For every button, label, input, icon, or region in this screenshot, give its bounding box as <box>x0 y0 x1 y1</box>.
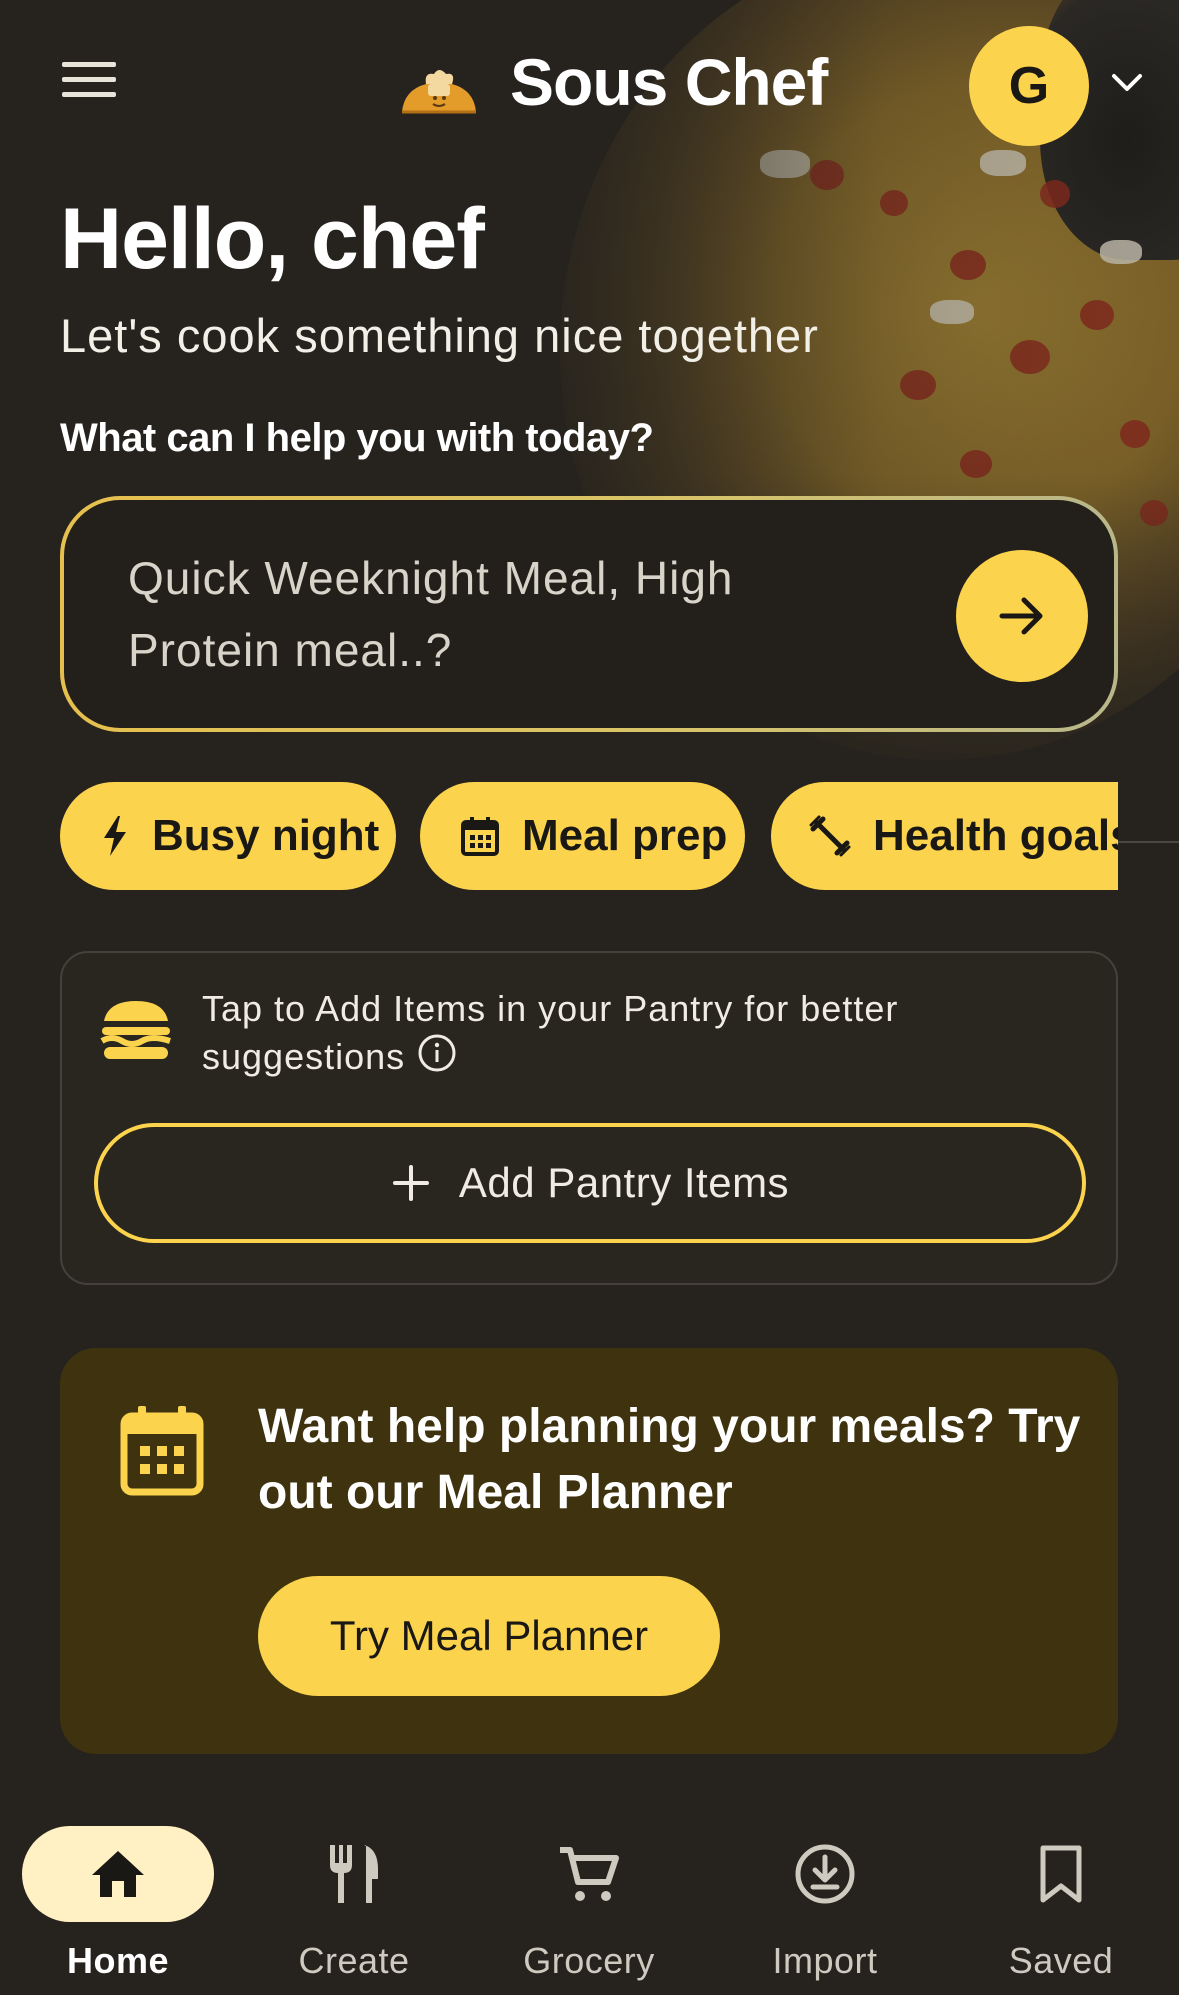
home-icon <box>92 1851 144 1897</box>
download-icon <box>795 1844 855 1904</box>
menu-icon[interactable] <box>62 62 116 106</box>
nav-label: Grocery <box>523 1940 655 1981</box>
add-pantry-items-button[interactable]: Add Pantry Items <box>94 1123 1086 1243</box>
nav-label: Import <box>772 1940 878 1981</box>
chip-busy-night[interactable]: Busy night <box>60 782 396 890</box>
greeting-subtitle: Let's cook something nice together <box>60 309 819 362</box>
arrow-right-icon <box>999 597 1043 635</box>
recipe-search-input[interactable]: Quick Weeknight Meal, High Protein meal.… <box>60 496 1118 732</box>
chevron-down-icon[interactable] <box>1110 70 1144 94</box>
add-pantry-items-label: Add Pantry Items <box>458 1159 790 1206</box>
greeting-title: Hello, chef <box>60 191 485 287</box>
meal-planner-title: Want help planning your meals? Try out o… <box>258 1400 1081 1519</box>
user-avatar[interactable]: G <box>969 26 1089 146</box>
chef-hat-logo-icon <box>402 70 476 114</box>
nav-saved[interactable]: Saved <box>943 1808 1179 1988</box>
suggestion-chips: Busy night Meal prep Health goals <box>60 782 1118 892</box>
pantry-hint: Tap to Add Items in your Pantry for bett… <box>202 985 982 1085</box>
try-meal-planner-button[interactable]: Try Meal Planner <box>258 1576 720 1696</box>
chip-label: Busy night <box>152 811 380 860</box>
divider <box>1118 841 1179 843</box>
calendar-icon <box>461 817 499 856</box>
plus-icon <box>392 1165 429 1201</box>
chip-label: Meal prep <box>522 811 728 860</box>
help-prompt-label: What can I help you with today? <box>60 416 654 460</box>
nav-home[interactable]: Home <box>0 1808 236 1988</box>
app-header: Sous Chef G <box>0 0 1179 170</box>
nav-import[interactable]: Import <box>707 1808 943 1988</box>
meal-planner-card: Want help planning your meals? Try out o… <box>60 1348 1118 1754</box>
chip-label: Health goals <box>873 811 1118 860</box>
bookmark-icon <box>1040 1845 1082 1903</box>
app-title: Sous Chef <box>510 45 828 119</box>
submit-search-button[interactable] <box>956 550 1088 682</box>
chip-meal-prep[interactable]: Meal prep <box>420 782 745 890</box>
nav-label: Saved <box>1008 1940 1114 1981</box>
nav-label: Home <box>66 1940 170 1981</box>
cart-icon <box>560 1847 619 1901</box>
nav-create[interactable]: Create <box>236 1808 472 1988</box>
search-placeholder: Quick Weeknight Meal, High Protein meal.… <box>128 552 734 676</box>
dumbbell-icon <box>809 815 851 857</box>
nav-grocery[interactable]: Grocery <box>471 1808 707 1988</box>
utensils-icon <box>330 1845 378 1903</box>
bolt-icon <box>104 816 126 856</box>
chip-health-goals[interactable]: Health goals <box>771 782 1118 890</box>
calendar-icon <box>120 1406 204 1496</box>
info-icon[interactable] <box>417 1033 457 1085</box>
nav-label: Create <box>298 1940 410 1981</box>
pantry-hint-text: Tap to Add Items in your Pantry for bett… <box>202 988 899 1077</box>
bottom-navigation: Home Create Grocery Import Saved <box>0 1790 1179 1995</box>
burger-icon <box>100 1001 171 1059</box>
pantry-card[interactable]: Tap to Add Items in your Pantry for bett… <box>60 951 1118 1285</box>
